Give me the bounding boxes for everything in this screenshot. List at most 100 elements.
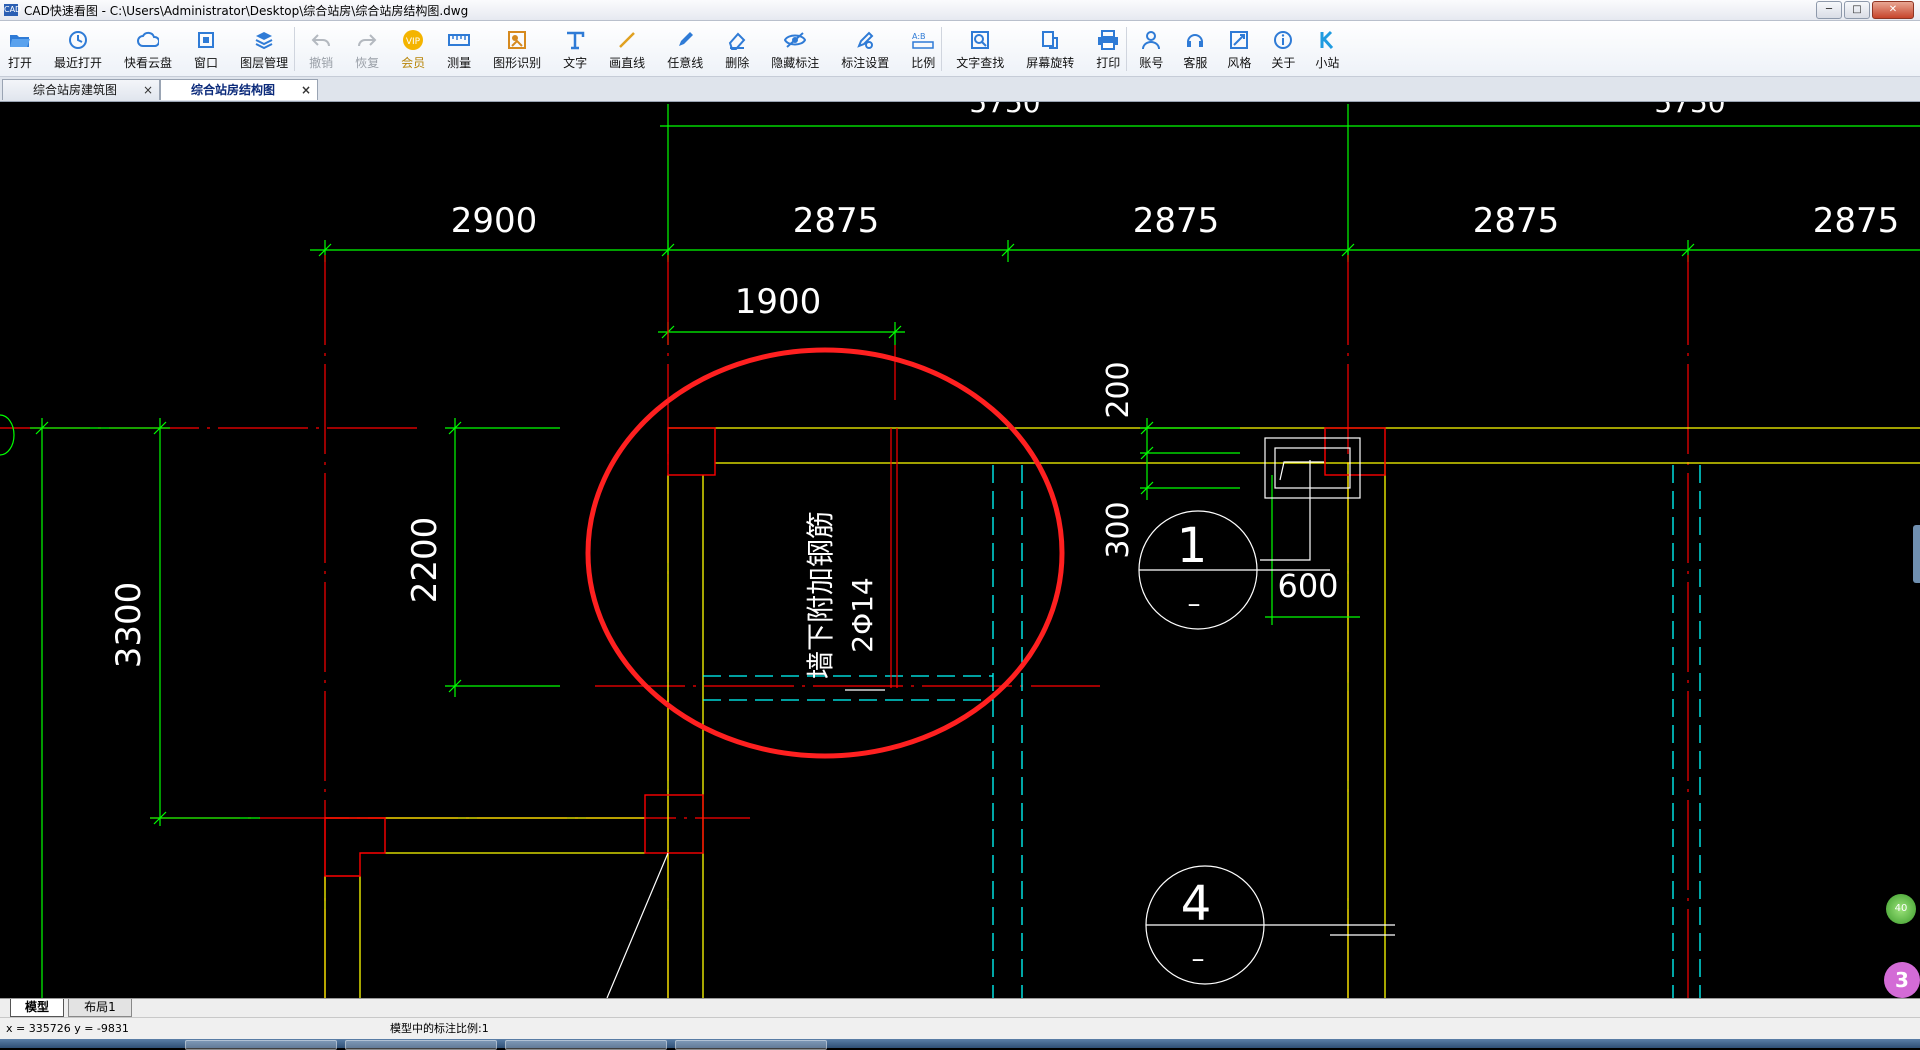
layout-tab-bar: 模型 布局1	[0, 998, 1920, 1017]
main-dimension-line	[310, 240, 1920, 262]
text-search-button[interactable]: 文字查找	[956, 21, 1004, 76]
taskbar-item[interactable]	[675, 1040, 827, 1050]
shape-recognize-button[interactable]: 图形识别	[493, 21, 541, 76]
taskbar-item[interactable]	[185, 1040, 337, 1050]
document-tab-bar: 综合站房建筑图 × 综合站房结构图 ×	[0, 77, 1920, 102]
draw-line-button[interactable]: 画直线	[609, 21, 645, 76]
vip-button[interactable]: VIP 会员	[401, 21, 425, 76]
recent-open-label: 最近打开	[54, 56, 103, 70]
redo-icon	[356, 29, 378, 51]
freehand-button[interactable]: 任意线	[667, 21, 703, 76]
delete-label: 删除	[725, 56, 750, 70]
section-1-number: 1	[1177, 518, 1208, 574]
close-button[interactable]: ✕	[1872, 1, 1914, 19]
axis-lines	[0, 255, 1689, 998]
tab-architecture-drawing[interactable]: 综合站房建筑图 ×	[2, 79, 160, 100]
open-button[interactable]: 打开	[8, 21, 32, 76]
delete-button[interactable]: 删除	[725, 21, 749, 76]
style-label: 风格	[1227, 56, 1252, 70]
account-button[interactable]: 账号	[1139, 21, 1163, 76]
dimension-3300: 3300	[109, 582, 149, 669]
window-controls: ─ □ ✕	[1816, 1, 1914, 19]
window-title: CAD快速看图 - C:\Users\Administrator\Desktop…	[24, 3, 469, 18]
headset-icon	[1184, 29, 1206, 51]
hide-annotation-button[interactable]: 隐藏标注	[771, 21, 819, 76]
os-taskbar	[0, 1039, 1920, 1050]
window-fit-icon	[195, 29, 217, 51]
annotation-settings-icon	[854, 29, 876, 51]
app-icon: CAD	[4, 4, 22, 16]
dimension-2875-b: 2875	[1133, 201, 1220, 241]
dimension-1900-line	[658, 322, 905, 345]
left-edge-arc	[0, 414, 15, 456]
title-bar: CAD CAD快速看图 - C:\Users\Administrator\Des…	[0, 0, 1920, 21]
tab-layout1[interactable]: 布局1	[68, 999, 132, 1017]
about-button[interactable]: 关于	[1271, 21, 1295, 76]
drawing-canvas[interactable]: 5750 5750 2900 2875 2875 2875 2875 1900	[0, 102, 1920, 998]
left-dimension-lines	[30, 418, 560, 998]
detail-block	[1260, 437, 1361, 561]
vip-icon: VIP	[402, 29, 424, 51]
rebar-spec-text: 2Φ14	[846, 577, 879, 652]
text-icon	[564, 29, 586, 51]
style-button[interactable]: 风格	[1227, 21, 1251, 76]
text-button[interactable]: 文字	[563, 21, 587, 76]
folder-open-icon	[9, 29, 31, 51]
text-search-icon	[969, 29, 991, 51]
layer-manager-button[interactable]: 图层管理	[240, 21, 288, 76]
toolbar-separator	[294, 27, 296, 71]
k-logo-icon	[1316, 29, 1338, 51]
annotation-settings-label: 标注设置	[841, 56, 890, 70]
cloud-disk-button[interactable]: 快看云盘	[124, 21, 172, 76]
annotation-scale: 模型中的标注比例:1	[390, 1022, 489, 1035]
scale-label: 比例	[911, 56, 936, 70]
customer-service-label: 客服	[1183, 56, 1208, 70]
maximize-button[interactable]: □	[1844, 1, 1870, 19]
toolbar-separator	[1126, 27, 1128, 71]
tab-structure-drawing[interactable]: 综合站房结构图 ×	[160, 79, 318, 100]
speed-badge[interactable]: 40	[1886, 894, 1916, 924]
section-4-number: 4	[1181, 876, 1212, 932]
redo-label: 恢复	[355, 56, 380, 70]
toolbar-separator	[941, 27, 943, 71]
scale-button[interactable]: A:B 比例	[911, 21, 935, 76]
tab-model[interactable]: 模型	[10, 999, 64, 1017]
shape-recognize-icon	[506, 29, 528, 51]
rotate-screen-button[interactable]: 屏幕旋转	[1026, 21, 1074, 76]
undo-button[interactable]: 撤销	[309, 21, 333, 76]
assistant-mascot[interactable]: 3	[1884, 962, 1920, 998]
side-panel-handle[interactable]	[1913, 525, 1920, 583]
svg-text:A:B: A:B	[912, 32, 926, 41]
user-icon	[1140, 29, 1162, 51]
annotation-settings-button[interactable]: 标注设置	[841, 21, 889, 76]
tab-label: 综合站房建筑图	[33, 83, 118, 97]
measure-label: 测量	[447, 56, 472, 70]
dimension-2875-d: 2875	[1813, 201, 1900, 241]
hide-annotation-label: 隐藏标注	[771, 56, 820, 70]
pen-icon	[674, 29, 696, 51]
taskbar-item[interactable]	[505, 1040, 667, 1050]
cad-drawing[interactable]: 5750 5750 2900 2875 2875 2875 2875 1900	[0, 102, 1920, 998]
window-button[interactable]: 窗口	[194, 21, 218, 76]
redo-button[interactable]: 恢复	[355, 21, 379, 76]
line-icon	[616, 29, 638, 51]
recent-open-button[interactable]: 最近打开	[54, 21, 102, 76]
tab-close-icon[interactable]: ×	[301, 80, 311, 101]
tab-close-icon[interactable]: ×	[143, 80, 153, 101]
cloud-icon	[137, 29, 160, 51]
svg-text:VIP: VIP	[406, 37, 421, 47]
rotate-screen-icon	[1039, 29, 1061, 51]
undo-label: 撤销	[309, 56, 334, 70]
measure-button[interactable]: 测量	[447, 21, 471, 76]
vip-label: 会员	[401, 56, 426, 70]
mini-site-button[interactable]: 小站	[1315, 21, 1339, 76]
minimize-button[interactable]: ─	[1816, 1, 1842, 19]
eraser-icon	[726, 29, 748, 51]
dimension-2900: 2900	[451, 201, 538, 241]
account-label: 账号	[1139, 56, 1164, 70]
window-label: 窗口	[194, 56, 219, 70]
print-button[interactable]: 打印	[1096, 21, 1120, 76]
draw-line-label: 画直线	[609, 56, 646, 70]
taskbar-item[interactable]	[345, 1040, 497, 1050]
customer-service-button[interactable]: 客服	[1183, 21, 1207, 76]
